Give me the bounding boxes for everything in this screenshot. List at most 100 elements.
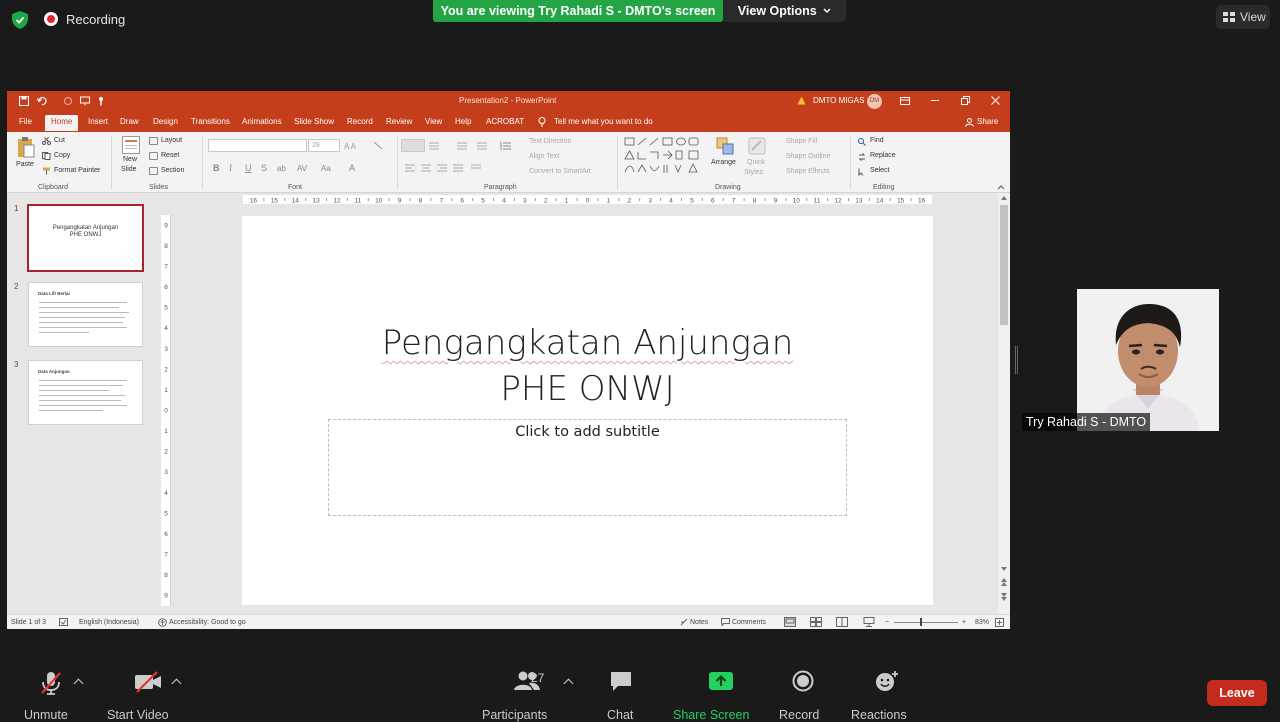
tab-slide-show[interactable]: Slide Show [294,117,334,126]
tab-help[interactable]: Help [455,117,471,126]
font-name-combo[interactable] [208,139,307,152]
text-direction-label[interactable]: Text Direction [529,138,571,145]
reading-view-icon[interactable] [836,617,848,627]
reset-label[interactable]: Reset [161,152,179,159]
new-slide-icon[interactable] [122,136,140,154]
previous-slide-icon[interactable] [1001,578,1007,586]
shapes-gallery[interactable] [623,136,707,176]
notes-button[interactable]: Notes [690,619,708,626]
paste-label[interactable]: Paste [16,161,34,168]
audio-options-caret-icon[interactable] [73,678,84,689]
zoom-out-button[interactable]: − [885,619,889,626]
font-size-buttons-icon[interactable]: A A [344,141,384,150]
shape-effects-label[interactable]: Shape Effects [786,168,829,175]
find-label[interactable]: Find [870,137,884,144]
tab-review[interactable]: Review [386,117,412,126]
tab-transitions[interactable]: Transitions [191,117,230,126]
close-icon[interactable] [991,96,1000,105]
quick-styles-label-2[interactable]: Styles [744,169,763,176]
minimize-icon[interactable] [931,100,939,102]
participants-options-caret-icon[interactable] [563,678,574,689]
cut-icon[interactable] [42,137,51,145]
paste-icon[interactable] [17,136,35,158]
share-screen-button[interactable]: Share Screen [673,670,749,722]
tab-insert[interactable]: Insert [88,117,108,126]
fit-to-window-icon[interactable] [995,618,1004,627]
tab-acrobat[interactable]: ACROBAT [486,117,524,126]
start-video-button[interactable]: Start Video [107,670,171,722]
cut-label[interactable]: Cut [54,137,65,144]
record-button[interactable]: Record [779,670,819,722]
recording-icon[interactable] [44,12,58,26]
tab-view[interactable]: View [425,117,442,126]
tab-animations[interactable]: Animations [242,117,282,126]
replace-icon[interactable] [858,153,866,161]
share-button[interactable]: Share [977,117,998,126]
section-label[interactable]: Section [161,167,184,174]
subtitle-placeholder[interactable]: Click to add subtitle [328,419,847,516]
shape-fill-label[interactable]: Shape Fill [786,138,817,145]
next-slide-icon[interactable] [1001,593,1007,601]
thumbnail-slide-2[interactable]: Data Lift Berlai [28,282,143,347]
scroll-down-icon[interactable] [1001,567,1007,571]
video-options-caret-icon[interactable] [171,678,182,689]
convert-smartart-label[interactable]: Convert to SmartArt [529,168,591,175]
redo-icon[interactable] [63,96,73,106]
participants-button[interactable]: 27 Participants [482,670,552,722]
ribbon-display-icon[interactable] [900,97,910,105]
zoom-slider[interactable] [894,622,958,623]
normal-view-icon[interactable] [784,617,796,627]
zoom-slider-handle[interactable] [920,618,922,626]
reactions-button[interactable]: Reactions [851,670,907,722]
slide-canvas[interactable]: Pengangkatan Anjungan PHE ONWJ Click to … [242,216,933,605]
touch-mode-icon[interactable] [96,96,106,106]
new-slide-label-2[interactable]: Slide [121,166,137,173]
format-painter-icon[interactable] [42,167,51,175]
paragraph-list-icons[interactable] [429,141,519,151]
tab-draw[interactable]: Draw [120,117,139,126]
shape-outline-label[interactable]: Shape Outline [786,153,830,160]
font-size-combo[interactable]: 28 [308,139,340,152]
scrollbar-thumb[interactable] [1000,205,1008,325]
tab-record[interactable]: Record [347,117,373,126]
undo-icon[interactable] [37,96,47,106]
zoom-level[interactable]: 83% [975,619,989,626]
find-icon[interactable] [858,138,866,146]
vertical-scrollbar[interactable] [998,193,1010,614]
quick-styles-icon[interactable] [747,136,767,156]
copy-icon[interactable] [42,152,51,160]
copy-label[interactable]: Copy [54,152,70,159]
scroll-up-icon[interactable] [1001,196,1007,200]
tab-home[interactable]: Home [45,115,79,131]
bullets-button[interactable] [401,139,425,152]
select-icon[interactable] [858,168,866,176]
format-painter-label[interactable]: Format Painter [54,167,100,174]
unmute-button[interactable]: Unmute [24,670,68,722]
slide-sorter-icon[interactable] [810,617,822,627]
quick-styles-label-1[interactable]: Quick [747,159,765,166]
present-icon[interactable] [80,96,90,106]
select-label[interactable]: Select [870,167,889,174]
slideshow-icon[interactable] [863,617,875,627]
chat-button[interactable]: Chat [607,670,633,722]
view-button[interactable]: View [1216,5,1270,29]
save-icon[interactable] [19,96,29,106]
tab-file[interactable]: File [19,117,32,126]
comments-button[interactable]: Comments [732,619,766,626]
thumbnail-slide-3[interactable]: Data Anjungan [28,360,143,425]
panel-resize-handle[interactable] [1015,346,1018,374]
font-formatting-icons[interactable]: B I U S ab AV Aa A [213,162,373,174]
account-avatar[interactable]: DM [867,94,882,109]
recording-label[interactable]: Recording [66,12,125,27]
participant-video-tile[interactable] [1077,289,1219,431]
slide-title-placeholder[interactable]: Pengangkatan Anjungan PHE ONWJ [242,320,933,412]
new-slide-label-1[interactable]: New [123,156,137,163]
align-text-label[interactable]: Align Text [529,153,559,160]
accessibility-icon[interactable] [158,618,167,627]
layout-label[interactable]: Layout [161,137,182,144]
zoom-in-button[interactable]: + [962,619,966,626]
spelling-check-icon[interactable] [59,618,68,626]
arrange-icon[interactable] [715,136,737,156]
leave-button[interactable]: Leave [1207,680,1267,706]
language-status[interactable]: English (Indonesia) [79,619,139,626]
